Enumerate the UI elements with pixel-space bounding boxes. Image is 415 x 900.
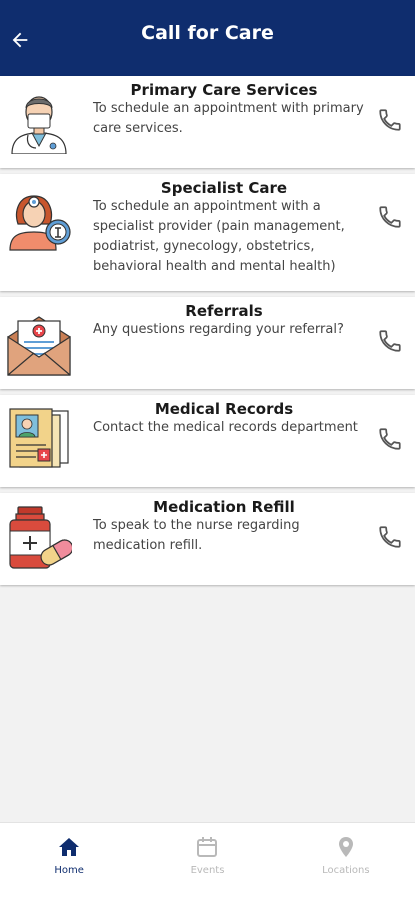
service-card-medication-refill[interactable]: Medication Refill To speak to the nurse … — [0, 493, 415, 585]
service-card-referrals[interactable]: Referrals Any questions regarding your r… — [0, 297, 415, 389]
service-description: Contact the medical records department — [93, 420, 358, 435]
service-title: Medical Records — [154, 400, 294, 418]
phone-icon[interactable] — [377, 426, 403, 452]
medical-envelope-icon — [7, 316, 71, 376]
back-button[interactable] — [8, 28, 32, 52]
phone-icon[interactable] — [377, 107, 403, 133]
phone-icon[interactable] — [377, 328, 403, 354]
nav-label: Home — [54, 865, 84, 876]
specialist-doctor-icon — [9, 195, 71, 251]
phone-icon[interactable] — [377, 204, 403, 230]
service-description: To speak to the nurse regarding medicati… — [93, 518, 300, 553]
service-description: To schedule an appointment with a specia… — [93, 199, 345, 274]
service-description: Any questions regarding your referral? — [93, 322, 344, 337]
bottom-navigation: Home Events Locations — [0, 822, 415, 900]
home-icon — [59, 838, 80, 856]
location-pin-icon — [338, 837, 353, 857]
app-bar: Call for Care — [0, 0, 415, 76]
page-title: Call for Care — [141, 22, 274, 44]
service-title: Specialist Care — [160, 179, 288, 197]
service-title: Primary Care Services — [130, 81, 318, 99]
calendar-icon — [197, 837, 218, 857]
service-card-specialist-care[interactable]: Specialist Care To schedule an appointme… — [0, 174, 415, 291]
service-description: To schedule an appointment with primary … — [93, 101, 364, 136]
nav-item-home[interactable]: Home — [0, 823, 138, 900]
service-card-primary-care[interactable]: Primary Care Services To schedule an app… — [0, 76, 415, 168]
nav-label: Locations — [322, 865, 370, 876]
service-card-medical-records[interactable]: Medical Records Contact the medical reco… — [0, 395, 415, 487]
nav-item-events[interactable]: Events — [138, 823, 276, 900]
arrow-left-icon — [12, 32, 28, 48]
phone-icon[interactable] — [377, 524, 403, 550]
doctor-icon — [11, 96, 67, 154]
service-title: Medication Refill — [153, 498, 295, 516]
service-title: Referrals — [185, 302, 263, 320]
service-list: Primary Care Services To schedule an app… — [0, 76, 415, 591]
nav-item-locations[interactable]: Locations — [277, 823, 415, 900]
medical-records-icon — [9, 408, 69, 468]
nav-label: Events — [190, 865, 225, 876]
medication-bottle-icon — [9, 506, 72, 569]
